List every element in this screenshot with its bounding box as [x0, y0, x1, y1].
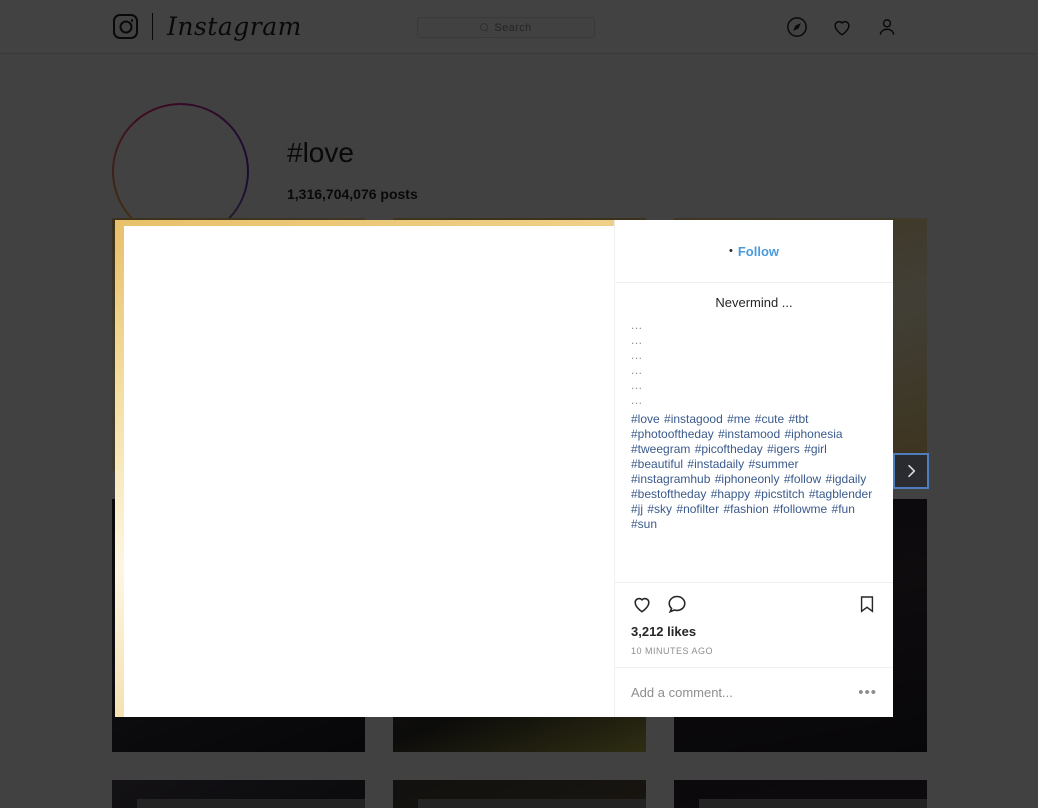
hashtag-link[interactable]: #picoftheday [695, 442, 763, 456]
caption-ellipsis-line: ... [631, 348, 643, 362]
hashtag-link[interactable]: #fun [832, 502, 855, 516]
post-actions: 3,212 likes 10 MINUTES AGO [615, 582, 893, 667]
hashtag-link[interactable]: #igdaily [826, 472, 867, 486]
hashtag-link[interactable]: #iphonesia [784, 427, 842, 441]
caption-ellipsis-lines: .................. [631, 318, 877, 408]
hashtag-link[interactable]: #followme [773, 502, 827, 516]
post-detail-panel: • Follow Nevermind ... .................… [614, 220, 893, 717]
hashtag-link[interactable]: #photooftheday [631, 427, 714, 441]
hashtag-link[interactable]: #fashion [723, 502, 768, 516]
hashtag-link[interactable]: #summer [748, 457, 798, 471]
next-post-button[interactable] [893, 453, 929, 489]
caption-text: Nevermind ... [715, 295, 793, 310]
post-header: • Follow [615, 220, 893, 283]
caption-ellipsis-line: ... [631, 393, 643, 407]
post-options-button[interactable]: ••• [858, 685, 877, 700]
hashtag-link[interactable]: #instamood [718, 427, 780, 441]
hashtag-link[interactable]: #cute [755, 412, 784, 426]
bookmark-icon[interactable] [857, 593, 877, 615]
hashtag-link[interactable]: #tbt [788, 412, 808, 426]
hashtag-link[interactable]: #me [727, 412, 750, 426]
hashtag-link[interactable]: #happy [711, 487, 750, 501]
post-image[interactable] [115, 220, 614, 717]
hashtag-link[interactable]: #sun [631, 517, 657, 531]
hashtag-link[interactable]: #igers [767, 442, 800, 456]
separator-dot: • [728, 244, 733, 257]
chevron-right-icon [908, 464, 916, 478]
comment-input[interactable] [631, 685, 851, 700]
post-caption-area: Nevermind ... .................. #love #… [615, 283, 893, 582]
hashtag-link[interactable]: #beautiful [631, 457, 683, 471]
caption-hashtags[interactable]: #love #instagood #me #cute #tbt #photoof… [631, 412, 877, 532]
hashtag-link[interactable]: #instagood [664, 412, 723, 426]
hashtag-link[interactable]: #girl [804, 442, 827, 456]
heart-icon[interactable] [631, 593, 653, 615]
follow-button[interactable]: Follow [738, 244, 779, 259]
hashtag-link[interactable]: #jj [631, 502, 643, 516]
post-modal: • Follow Nevermind ... .................… [115, 220, 893, 717]
hashtag-link[interactable]: #instagramhub [631, 472, 710, 486]
like-count: 3,212 likes [631, 624, 697, 639]
hashtag-link[interactable]: #sky [647, 502, 672, 516]
caption-ellipsis-line: ... [631, 333, 643, 347]
hashtag-link[interactable]: #iphoneonly [715, 472, 780, 486]
hashtag-link[interactable]: #instadaily [687, 457, 744, 471]
hashtag-link[interactable]: #bestoftheday [631, 487, 706, 501]
hashtag-link[interactable]: #tagblender [809, 487, 872, 501]
hashtag-link[interactable]: #tweegram [631, 442, 690, 456]
hashtag-link[interactable]: #nofilter [676, 502, 719, 516]
post-image-placeholder [124, 226, 614, 717]
hashtag-link[interactable]: #picstitch [754, 487, 804, 501]
add-comment-bar: ••• [615, 667, 893, 717]
comment-bubble-icon[interactable] [666, 593, 688, 615]
hashtag-link[interactable]: #follow [784, 472, 821, 486]
caption-ellipsis-line: ... [631, 378, 643, 392]
post-timestamp: 10 MINUTES AGO [631, 646, 714, 656]
action-icon-row [631, 593, 877, 615]
caption-ellipsis-line: ... [631, 363, 643, 377]
instagram-hashtag-page: Instagram Search [0, 0, 1038, 808]
hashtag-link[interactable]: #love [631, 412, 660, 426]
caption-ellipsis-line: ... [631, 318, 643, 332]
